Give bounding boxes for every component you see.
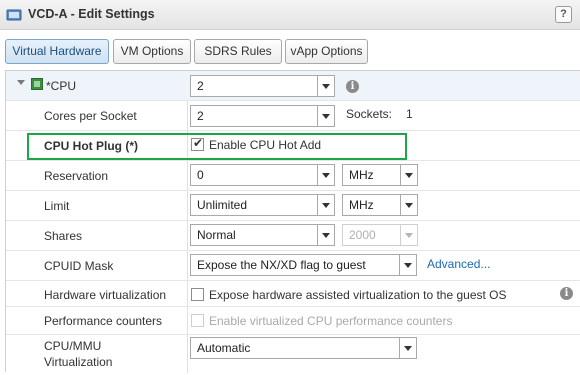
cpu-row: *CPU 2 i [6,71,580,101]
tab-vm-options[interactable]: VM Options [113,39,191,64]
cpu-label: *CPU [46,79,77,93]
advanced-link[interactable]: Advanced... [427,257,490,271]
limit-label: Limit [44,199,70,213]
dropdown-arrow-icon[interactable] [317,225,334,245]
expose-hardware-virtualization-checkbox[interactable] [191,288,204,301]
sockets-label: Sockets: [346,107,393,121]
limit-value: Unlimited [197,198,248,212]
reservation-value: 0 [197,168,204,182]
reservation-unit: MHz [349,168,374,182]
dropdown-arrow-icon[interactable] [317,76,334,96]
dropdown-arrow-icon[interactable] [400,195,417,215]
cpu-count-value: 2 [197,79,204,93]
settings-panel: *CPU 2 i Cores per Socket 2 Sockets: 1 C… [5,70,580,375]
cpu-mmu-value: Automatic [197,341,251,355]
dropdown-arrow-icon[interactable] [317,195,334,215]
cores-per-socket-combo[interactable]: 2 [190,105,335,127]
reservation-label: Reservation [44,169,109,183]
cpu-mmu-label-line2: Virtualization [44,355,113,369]
cores-per-socket-row: Cores per Socket 2 Sockets: 1 [6,101,580,131]
cpuid-mask-combo[interactable]: Expose the NX/XD flag to guest [190,254,417,276]
tab-sdrs-rules[interactable]: SDRS Rules [194,39,282,64]
performance-counters-label: Performance counters [44,314,163,328]
expose-hardware-virtualization-label: Expose hardware assisted virtualization … [209,288,507,302]
sockets-value: 1 [406,107,413,121]
reservation-unit-combo[interactable]: MHz [342,164,418,186]
reservation-row: Reservation 0 MHz [6,161,580,191]
cpuid-mask-label: CPUID Mask [44,259,114,273]
dropdown-arrow-icon[interactable] [399,338,416,358]
dropdown-arrow-icon[interactable] [400,165,417,185]
shares-combo[interactable]: Normal [190,224,335,246]
cpu-mmu-label-line1: CPU/MMU [44,339,102,353]
cores-per-socket-label: Cores per Socket [44,109,137,123]
dropdown-arrow-icon[interactable] [399,255,416,275]
highlight-box [27,133,407,160]
cores-per-socket-value: 2 [197,109,204,123]
limit-row: Limit Unlimited MHz [6,191,580,221]
cpu-mmu-virtualization-row: CPU/MMU Virtualization Automatic [6,335,580,375]
cpuid-mask-row: CPUID Mask Expose the NX/XD flag to gues… [6,251,580,281]
title-bar: VCD-A - Edit Settings ? [0,0,580,30]
window-title: VCD-A - Edit Settings [28,7,155,21]
limit-unit: MHz [349,198,374,212]
dropdown-arrow-icon[interactable] [317,106,334,126]
cpu-icon [31,78,43,90]
info-icon[interactable]: i [560,287,573,300]
collapse-chevron-icon[interactable] [17,80,25,85]
tab-virtual-hardware[interactable]: Virtual Hardware [5,39,109,64]
hardware-virtualization-row: Hardware virtualization Expose hardware … [6,281,580,307]
dropdown-arrow-icon[interactable] [317,165,334,185]
shares-value: Normal [197,228,236,242]
vm-icon [6,9,22,21]
shares-label: Shares [44,229,83,243]
tab-vapp-options[interactable]: vApp Options [285,39,368,64]
cpu-mmu-combo[interactable]: Automatic [190,337,417,359]
limit-unit-combo[interactable]: MHz [342,194,418,216]
info-icon[interactable]: i [346,80,359,93]
dropdown-arrow-icon [400,225,417,245]
shares-row: Shares Normal 2000 [6,221,580,251]
limit-combo[interactable]: Unlimited [190,194,335,216]
cpu-count-combo[interactable]: 2 [190,75,335,97]
hardware-virtualization-label: Hardware virtualization [44,288,167,302]
performance-counters-row: Performance counters Enable virtualized … [6,307,580,335]
help-button[interactable]: ? [555,6,572,23]
reservation-combo[interactable]: 0 [190,164,335,186]
cpuid-mask-value: Expose the NX/XD flag to guest [197,258,366,272]
shares-amount-combo: 2000 [342,224,418,246]
shares-amount: 2000 [349,228,376,242]
performance-counters-checkbox-label: Enable virtualized CPU performance count… [209,314,453,328]
performance-counters-checkbox [191,314,204,327]
